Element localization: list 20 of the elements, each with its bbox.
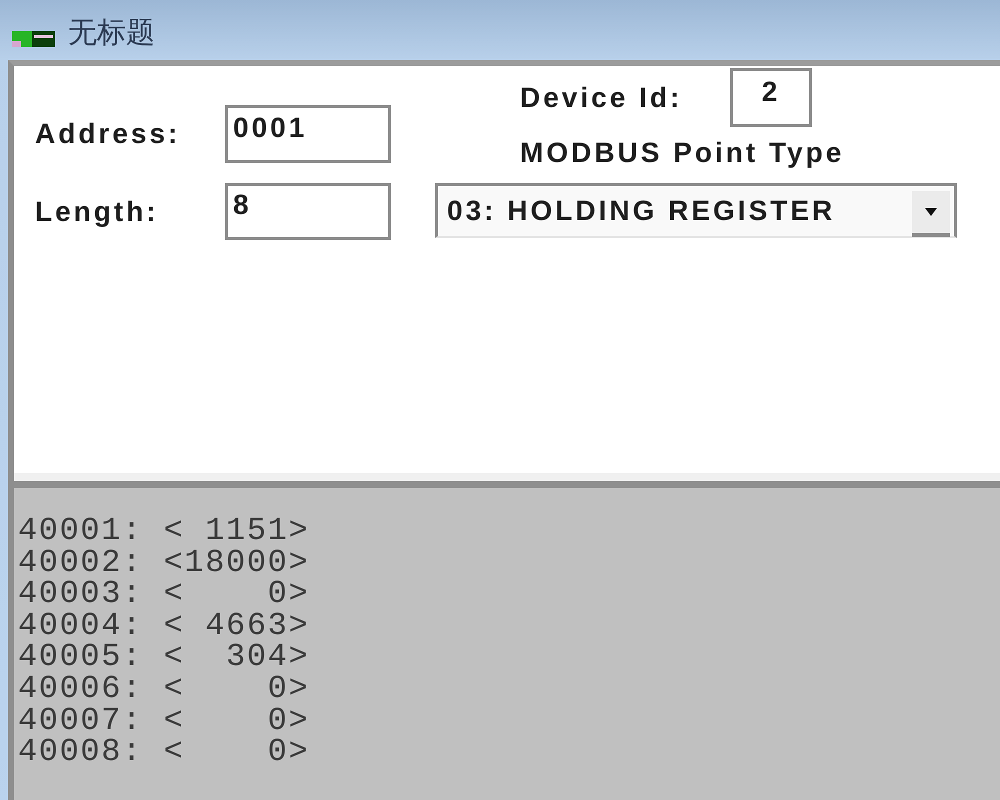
register-line: 40005: < 304> [18,641,310,673]
register-line: 40004: < 4663> [18,610,310,642]
window-title: 无标题 [68,14,155,51]
app-icon [12,31,55,47]
register-line: 40008: < 0> [18,736,310,768]
point-type-dropdown[interactable]: 03: HOLDING REGISTER [435,183,957,238]
address-label: Address: [35,118,182,150]
length-label: Length: [35,196,160,228]
register-line: 40001: < 1151> [18,515,310,547]
length-field[interactable]: 8 [225,183,391,240]
device-id-label: Device Id: [520,82,684,114]
register-line: 40006: < 0> [18,672,310,705]
register-line: 40002: <18000> [18,546,310,578]
point-type-label: MODBUS Point Type [520,136,844,170]
register-line: 40003: < 0> [18,578,310,610]
register-line: 40007: < 0> [18,704,310,736]
address-field[interactable]: 0001 [225,105,391,163]
caret-icon [912,191,950,237]
device-id-field[interactable]: 2 [730,68,812,127]
splitter-bar[interactable] [14,473,1000,488]
